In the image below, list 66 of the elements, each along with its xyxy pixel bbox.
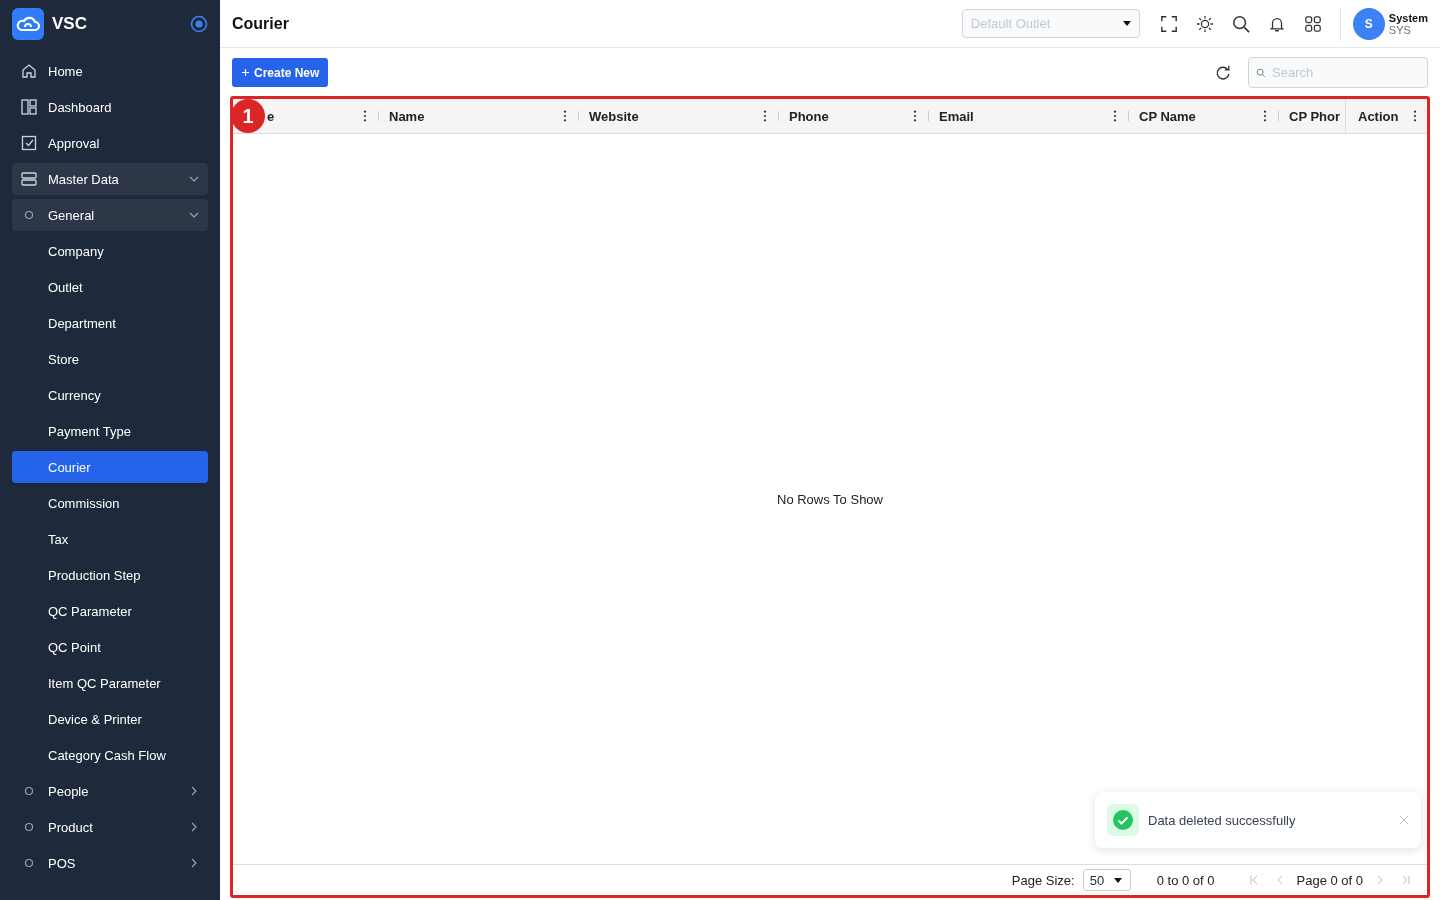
fullscreen-icon[interactable]	[1159, 14, 1178, 33]
column-menu-icon[interactable]	[763, 110, 767, 122]
sidebar-item[interactable]: QC Parameter	[12, 595, 208, 627]
sidebar-item[interactable]: Item QC Parameter	[12, 667, 208, 699]
sidebar-item[interactable]: Company	[12, 235, 208, 267]
page-indicator: Page 0 of 0	[1296, 872, 1363, 888]
search-icon[interactable]	[1231, 14, 1250, 33]
toast-message: Data deleted successfully	[1148, 812, 1297, 828]
column-header[interactable]: CP Phor	[1289, 108, 1341, 124]
column-menu-icon[interactable]	[563, 110, 567, 122]
column-menu-icon[interactable]	[363, 110, 367, 122]
sidebar-item[interactable]: Currency	[12, 379, 208, 411]
cloud-logo-icon	[12, 7, 44, 40]
sidebar-item[interactable]: Store	[12, 343, 208, 375]
sidebar-item[interactable]: General	[12, 199, 208, 231]
refresh-icon[interactable]	[1214, 63, 1232, 82]
row-range: 0 to 0 of 0	[1156, 872, 1215, 888]
column-header[interactable]: Phone	[789, 108, 905, 124]
sidebar-item[interactable]: Payment Type	[12, 415, 208, 447]
user-avatar[interactable]: S	[1352, 7, 1385, 40]
column-menu-icon[interactable]	[1413, 110, 1417, 122]
caret-icon	[1122, 21, 1131, 26]
sidebar-item[interactable]: Category Cash Flow	[12, 739, 208, 771]
sidebar-item[interactable]: People	[12, 775, 208, 807]
radio-toggle-icon[interactable]	[190, 14, 208, 33]
server-icon	[20, 170, 38, 188]
user-code: SYS	[1388, 23, 1411, 36]
checkbox-icon	[20, 134, 38, 152]
sidebar-item[interactable]: QC Point	[12, 631, 208, 663]
sidebar-item[interactable]: Courier	[12, 451, 208, 483]
user-name: System	[1388, 11, 1428, 24]
home-icon	[20, 62, 38, 80]
search-icon	[1256, 68, 1266, 78]
page-size-label: Page Size:	[1011, 872, 1075, 888]
sidebar-item[interactable]: Device & Printer	[12, 703, 208, 735]
column-header[interactable]: Website	[589, 108, 755, 124]
sidebar-item[interactable]: Approval	[12, 127, 208, 159]
sidebar-item[interactable]: Commission	[12, 487, 208, 519]
column-header[interactable]: Name	[389, 108, 555, 124]
sidebar-item[interactable]: Master Data	[12, 163, 208, 195]
sidebar-item[interactable]: Home	[12, 55, 208, 87]
column-header[interactable]: CP Name	[1139, 108, 1255, 124]
empty-message: No Rows To Show	[777, 491, 883, 507]
column-menu-icon[interactable]	[1263, 110, 1267, 122]
dashboard-icon	[20, 98, 38, 116]
page-size-select[interactable]: 50	[1082, 869, 1131, 891]
sidebar-item[interactable]: Dashboard	[12, 91, 208, 123]
success-check-icon	[1107, 804, 1139, 836]
apps-grid-icon[interactable]	[1303, 14, 1322, 33]
sidebar-item[interactable]: Outlet	[12, 271, 208, 303]
column-header[interactable]: Email	[939, 108, 1105, 124]
sidebar-item[interactable]: Department	[12, 307, 208, 339]
sun-icon[interactable]	[1195, 14, 1214, 33]
sidebar-item[interactable]: Product	[12, 811, 208, 843]
column-header[interactable]: e	[267, 108, 355, 124]
page-title: Courier	[232, 14, 290, 33]
create-new-button[interactable]: Create New	[232, 58, 329, 87]
column-menu-icon[interactable]	[913, 110, 917, 122]
column-header[interactable]: Action	[1358, 108, 1405, 124]
plus-icon	[241, 68, 250, 77]
column-menu-icon[interactable]	[1113, 110, 1117, 122]
sidebar-item[interactable]: POS	[12, 847, 208, 879]
brand-name: VSC	[52, 13, 88, 34]
sidebar-item[interactable]: Tax	[12, 523, 208, 555]
caret-icon	[1113, 877, 1122, 883]
sidebar-item[interactable]: Production Step	[12, 559, 208, 591]
